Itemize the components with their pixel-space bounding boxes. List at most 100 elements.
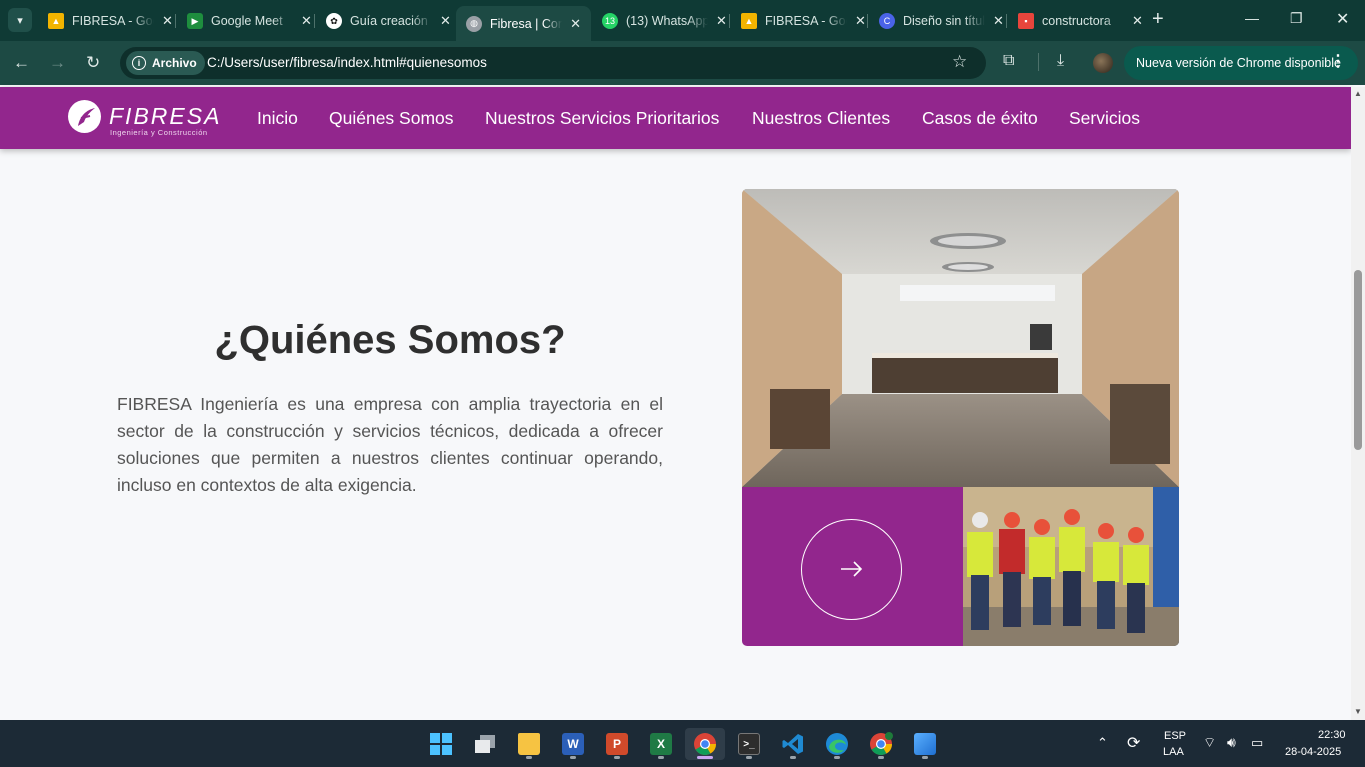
google-drive-icon: ▲	[741, 13, 757, 29]
scroll-thumb[interactable]	[1354, 270, 1362, 450]
bookmark-star-icon[interactable]: ☆	[952, 52, 967, 72]
wifi-icon[interactable]: ⌔	[1203, 734, 1216, 752]
tab-title: Guía creación	[350, 14, 428, 28]
tab-google-meet[interactable]: ▶ Google Meet ✕	[177, 6, 322, 36]
tab-title: Google Meet	[211, 14, 283, 28]
new-tab-icon[interactable]: +	[1152, 9, 1164, 29]
terminal-icon[interactable]: >_	[729, 728, 769, 760]
battery-icon[interactable]: ▭	[1251, 735, 1263, 751]
slides-icon: ▪	[1018, 13, 1034, 29]
word-icon[interactable]: W	[553, 728, 593, 760]
fibresa-logo-icon[interactable]	[68, 100, 101, 133]
section-title: ¿Quiénes Somos?	[214, 318, 566, 362]
logo-subtitle: Ingeniería y Construcción	[110, 128, 208, 137]
info-icon: i	[132, 56, 146, 70]
reload-icon[interactable]: ↻	[86, 53, 100, 73]
sync-icon[interactable]: ⟳	[1127, 733, 1140, 753]
globe-icon: ◍	[466, 15, 482, 32]
office-interior-photo	[742, 189, 1179, 487]
nav-servicios[interactable]: Servicios	[1069, 108, 1140, 129]
clock-time[interactable]: 22:30	[1318, 729, 1346, 741]
page-scrollbar[interactable]: ▲ ▼	[1351, 87, 1365, 720]
close-tab-icon[interactable]: ✕	[301, 13, 312, 29]
extensions-icon[interactable]: ⧉	[1003, 52, 1014, 70]
whatsapp-icon: 13	[602, 13, 618, 29]
address-bar[interactable]: i Archivo C:/Users/user/fibresa/index.ht…	[120, 47, 986, 79]
clock-date[interactable]: 28-04-2025	[1285, 746, 1341, 758]
nav-inicio[interactable]: Inicio	[257, 108, 298, 129]
windows-taskbar: W P X >_ ⌃ ⟳ ESP LAA ⌔ 🔊︎ ▭ 22:30 28-04-…	[0, 720, 1365, 767]
section-body: FIBRESA Ingeniería es una empresa con am…	[117, 394, 663, 495]
tab-canva[interactable]: C Diseño sin título ✕	[869, 6, 1014, 36]
more-info-panel	[742, 487, 963, 646]
close-window-icon[interactable]: ✕	[1336, 9, 1349, 29]
chrome-profile-icon[interactable]	[861, 728, 901, 760]
chrome-update-button[interactable]: Nueva versión de Chrome disponible ⋮	[1124, 46, 1358, 80]
language-indicator[interactable]: ESP	[1164, 730, 1186, 742]
scroll-down-icon[interactable]: ▼	[1354, 707, 1362, 716]
excel-icon[interactable]: X	[641, 728, 681, 760]
task-view-icon[interactable]	[465, 728, 505, 760]
close-tab-icon[interactable]: ✕	[570, 16, 581, 32]
tab-separator	[1006, 14, 1007, 28]
tab-guia-creacion[interactable]: ✿ Guía creación ✕	[316, 6, 461, 36]
more-menu-icon[interactable]: ⋮	[1330, 54, 1346, 70]
site-info-label: Archivo	[152, 56, 197, 70]
windows-start-icon[interactable]	[421, 728, 461, 760]
minimize-icon[interactable]: —	[1245, 10, 1259, 26]
close-tab-icon[interactable]: ✕	[993, 13, 1004, 29]
tab-title: (13) WhatsApp	[626, 14, 708, 28]
download-icon[interactable]: ⤓	[1057, 52, 1064, 70]
tab-fibresa-active[interactable]: ◍ Fibresa | Construcción ✕	[456, 6, 591, 41]
edge-icon[interactable]	[817, 728, 857, 760]
nav-clientes[interactable]: Nuestros Clientes	[752, 108, 890, 129]
tab-title: Diseño sin título	[903, 14, 985, 28]
tab-title: constructora	[1042, 14, 1111, 28]
tab-fibresa-drive-1[interactable]: ▲ FIBRESA - Google Drive ✕	[38, 6, 183, 36]
back-icon[interactable]: ←	[13, 53, 30, 73]
openai-icon: ✿	[326, 13, 342, 29]
logo-text[interactable]: FIBRESA	[109, 103, 221, 130]
close-tab-icon[interactable]: ✕	[716, 13, 727, 29]
photos-icon[interactable]	[905, 728, 945, 760]
tab-title: FIBRESA - Google Drive	[765, 14, 847, 28]
vscode-icon[interactable]	[773, 728, 813, 760]
close-tab-icon[interactable]: ✕	[855, 13, 866, 29]
tab-title: FIBRESA - Google Drive	[72, 14, 154, 28]
tab-fibresa-drive-2[interactable]: ▲ FIBRESA - Google Drive ✕	[731, 6, 876, 36]
nav-casos-exito[interactable]: Casos de éxito	[922, 108, 1038, 129]
tab-separator	[314, 14, 315, 28]
update-label: Nueva versión de Chrome disponible	[1136, 56, 1341, 70]
nav-servicios-prioritarios[interactable]: Nuestros Servicios Prioritarios	[485, 108, 719, 129]
tab-separator	[175, 14, 176, 28]
scroll-up-icon[interactable]: ▲	[1354, 89, 1362, 98]
chrome-icon[interactable]	[685, 728, 725, 760]
tab-title: Fibresa | Construcción	[490, 16, 563, 31]
google-meet-icon: ▶	[187, 13, 203, 29]
site-info-chip[interactable]: i Archivo	[126, 51, 205, 75]
powerpoint-icon[interactable]: P	[597, 728, 637, 760]
profile-avatar[interactable]	[1093, 53, 1113, 73]
close-tab-icon[interactable]: ✕	[440, 13, 451, 29]
team-photo	[963, 487, 1179, 646]
google-drive-icon: ▲	[48, 13, 64, 29]
forward-icon[interactable]: →	[49, 53, 66, 73]
volume-icon[interactable]: 🔊︎	[1227, 734, 1236, 751]
browser-toolbar: ← → ↻ i Archivo C:/Users/user/fibresa/in…	[0, 41, 1365, 85]
canva-icon: C	[879, 13, 895, 29]
file-explorer-icon[interactable]	[509, 728, 549, 760]
arrow-right-button[interactable]	[801, 519, 902, 620]
close-tab-icon[interactable]: ✕	[162, 13, 173, 29]
close-tab-icon[interactable]: ✕	[1132, 13, 1143, 29]
tab-whatsapp[interactable]: 13 (13) WhatsApp ✕	[592, 6, 737, 36]
site-header: FIBRESA Ingeniería y Construcción Inicio…	[0, 87, 1351, 149]
url-text[interactable]: C:/Users/user/fibresa/index.html#quienes…	[207, 55, 487, 70]
tab-constructora[interactable]: ▪ constructora ✕	[1008, 6, 1153, 36]
nav-quienes-somos[interactable]: Quiénes Somos	[329, 108, 454, 129]
arrow-right-icon	[841, 561, 863, 577]
tab-separator	[729, 14, 730, 28]
keyboard-layout[interactable]: LAA	[1163, 746, 1184, 758]
restore-icon[interactable]: ❐	[1290, 10, 1303, 27]
show-hidden-icons-icon[interactable]: ⌃	[1097, 735, 1108, 751]
tab-search-button[interactable]: ▾	[8, 8, 32, 32]
